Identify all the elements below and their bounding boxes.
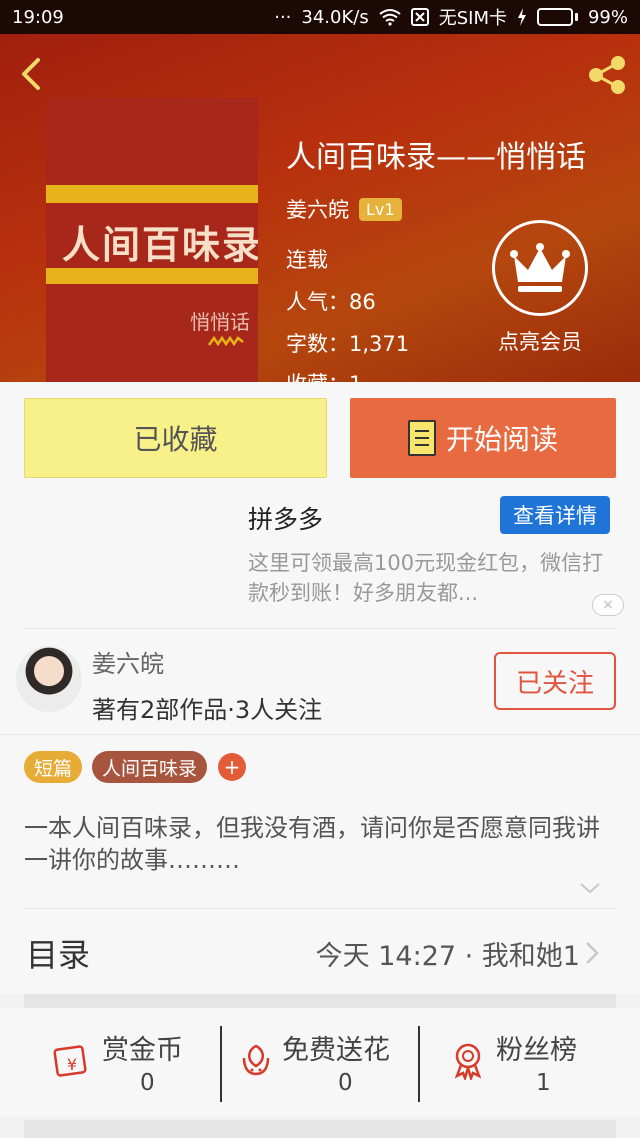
divider — [24, 908, 616, 909]
author-line: 姜六皖 Lv1 — [286, 194, 402, 224]
status-time: 19:09 — [12, 6, 64, 28]
status-bar: 19:09 ··· 34.0K/s 无SIM卡 99% — [0, 0, 640, 34]
section-gap — [24, 1120, 616, 1138]
latest-chapter: 今天 14:27 · 我和她1 — [315, 941, 580, 972]
catalog-row[interactable]: 目录 今天 14:27 · 我和她1 — [0, 908, 640, 994]
divider — [24, 628, 616, 629]
favorite-count: 收藏：1 — [286, 368, 362, 382]
status-right: ··· 34.0K/s 无SIM卡 99% — [274, 4, 628, 30]
book-cover[interactable]: 人间百味录 悄悄话 — [46, 98, 258, 382]
synopsis-text: 一本人间百味录，但我没有酒，请问你是否愿意同我讲一讲你的故事……… — [24, 814, 600, 874]
ad-banner[interactable]: 拼多多 查看详情 这里可领最高100元现金红包，微信打款秒到账！好多朋友都...… — [0, 478, 640, 628]
book-title: 人间百味录——悄悄话 — [286, 140, 586, 175]
reward-coin-count: 0 — [140, 1070, 155, 1096]
level-badge: Lv1 — [359, 197, 402, 221]
author-card[interactable]: 姜六皖 著有2部作品·3人关注 已关注 — [0, 628, 640, 734]
reward-coin-icon: ¥ — [53, 1045, 87, 1077]
status-dots: ··· — [274, 6, 292, 28]
fan-ranking-button[interactable]: 粉丝榜 1 — [420, 1020, 640, 1106]
chevron-right-icon — [586, 942, 599, 964]
section-gap — [24, 994, 616, 1008]
author-avatar[interactable] — [16, 646, 82, 712]
serial-status: 连载 — [286, 248, 328, 272]
word-count: 字数：1,371 — [286, 332, 410, 356]
no-sim-icon — [410, 8, 429, 26]
share-icon[interactable] — [584, 52, 630, 98]
cover-subtitle: 悄悄话 — [190, 310, 250, 334]
battery-percent: 99% — [587, 6, 628, 28]
stats-bar: ¥ 赏金币 0 免费送花 0 粉丝榜 1 — [0, 1008, 640, 1116]
send-flower-button[interactable]: 免费送花 0 — [222, 1020, 418, 1106]
vip-label: 点亮会员 — [498, 330, 582, 354]
synopsis: 一本人间百味录，但我没有酒，请问你是否愿意同我讲一讲你的故事……… — [0, 798, 640, 908]
popularity: 人气：86 — [286, 290, 376, 314]
cover-title: 人间百味录 — [62, 222, 258, 267]
medal-icon — [454, 1043, 482, 1080]
reward-coin-button[interactable]: ¥ 赏金币 0 — [0, 1020, 220, 1106]
ad-detail-button[interactable]: 查看详情 — [500, 496, 610, 534]
battery-icon — [536, 8, 578, 26]
author-name[interactable]: 姜六皖 — [286, 194, 349, 224]
ad-description: 这里可领最高100元现金红包，微信打款秒到账！好多朋友都... — [248, 551, 604, 605]
favorited-button[interactable]: 已收藏 — [24, 398, 327, 478]
reward-coin-label: 赏金币 — [102, 1035, 183, 1066]
start-reading-button[interactable]: 开始阅读 — [350, 398, 616, 478]
catalog-label: 目录 — [26, 936, 91, 974]
action-bar: 已收藏 开始阅读 — [0, 382, 640, 478]
tag-series[interactable]: 人间百味录 — [92, 751, 208, 783]
sim-status: 无SIM卡 — [438, 8, 507, 29]
wifi-icon — [379, 9, 401, 26]
book-header: 人间百味录 悄悄话 人间百味录——悄悄话 姜六皖 Lv1 连载 人气：86 字数… — [0, 34, 640, 382]
start-reading-label: 开始阅读 — [445, 423, 558, 456]
author-card-info: 著有2部作品·3人关注 — [92, 696, 323, 724]
crown-icon — [492, 220, 588, 316]
ad-brand: 拼多多 — [248, 505, 324, 534]
svg-text:¥: ¥ — [67, 1055, 77, 1074]
fan-ranking-label: 粉丝榜 — [496, 1035, 577, 1066]
add-tag-button[interactable]: + — [218, 753, 246, 781]
author-card-name: 姜六皖 — [92, 650, 164, 678]
vip-button[interactable]: 点亮会员 — [490, 220, 590, 356]
chevron-down-icon[interactable] — [578, 878, 602, 898]
flower-count: 0 — [338, 1070, 353, 1096]
back-arrow-icon[interactable] — [14, 52, 50, 96]
book-icon — [407, 420, 436, 456]
cover-signature-icon — [208, 336, 244, 346]
ad-close-icon[interactable]: × — [592, 594, 624, 616]
follow-button[interactable]: 已关注 — [494, 652, 616, 710]
tag-short[interactable]: 短篇 — [24, 751, 83, 783]
network-speed: 34.0K/s — [301, 6, 369, 28]
charging-icon — [517, 8, 526, 26]
flower-icon — [242, 1044, 270, 1076]
tag-row: 短篇 人间百味录 + — [0, 734, 640, 798]
fan-ranking-count: 1 — [536, 1070, 551, 1096]
send-flower-label: 免费送花 — [282, 1035, 390, 1066]
